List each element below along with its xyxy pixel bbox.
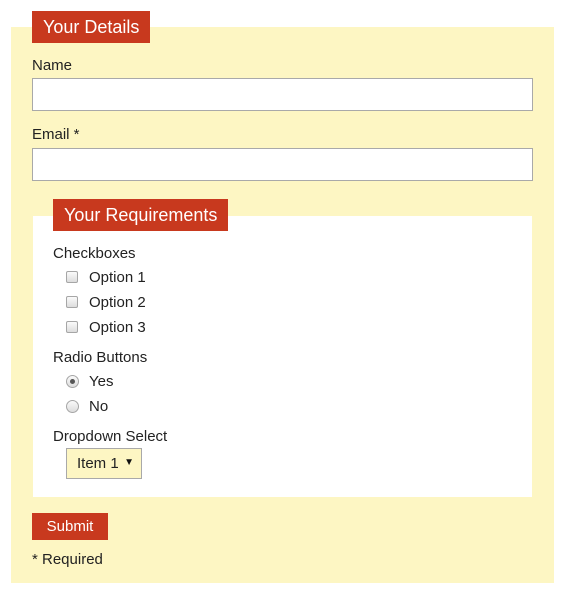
name-input[interactable]: [32, 78, 533, 111]
checkbox-option-label: Option 1: [89, 268, 146, 286]
your-details-legend: Your Details: [32, 11, 151, 43]
radio-option-label: Yes: [89, 372, 114, 390]
checkbox-option-1[interactable]: Option 1: [66, 267, 146, 287]
dropdown-select[interactable]: Item 1 ▼: [66, 448, 142, 479]
radio-option-label: No: [89, 397, 109, 415]
checkbox-icon[interactable]: [66, 321, 78, 333]
your-requirements-legend: Your Requirements: [53, 199, 229, 231]
radio-buttons-label: Radio Buttons: [53, 349, 148, 366]
checkbox-icon[interactable]: [66, 271, 78, 283]
email-label: Email *: [32, 126, 80, 143]
dropdown-selected-value: Item 1: [77, 455, 119, 472]
email-input[interactable]: [32, 148, 533, 181]
dropdown-label: Dropdown Select: [53, 428, 168, 445]
name-label: Name: [32, 57, 73, 74]
checkbox-option-3[interactable]: Option 3: [66, 317, 146, 337]
radio-unchecked-icon[interactable]: [66, 399, 79, 413]
checkbox-option-2[interactable]: Option 2: [66, 292, 146, 312]
checkbox-option-label: Option 2: [89, 293, 146, 311]
required-note: * Required: [32, 551, 103, 568]
checkboxes-label: Checkboxes: [53, 245, 136, 262]
checkbox-option-label: Option 3: [89, 318, 146, 336]
radio-option-yes[interactable]: Yes: [66, 371, 113, 391]
radio-option-no[interactable]: No: [66, 396, 108, 416]
submit-button[interactable]: Submit: [32, 513, 108, 540]
checkbox-icon[interactable]: [66, 296, 78, 308]
radio-checked-icon[interactable]: [66, 374, 79, 388]
chevron-down-icon: ▼: [124, 457, 134, 468]
